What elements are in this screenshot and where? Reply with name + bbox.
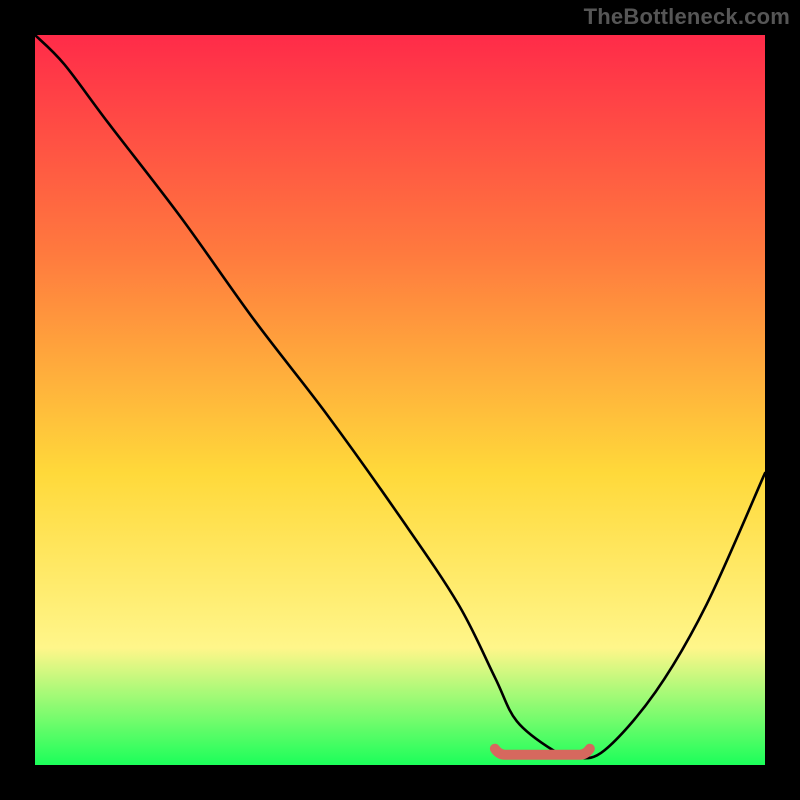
chart-plot-area	[35, 35, 765, 765]
gradient-background	[35, 35, 765, 765]
watermark-text: TheBottleneck.com	[584, 4, 790, 30]
chart-frame: TheBottleneck.com	[0, 0, 800, 800]
chart-svg	[35, 35, 765, 765]
